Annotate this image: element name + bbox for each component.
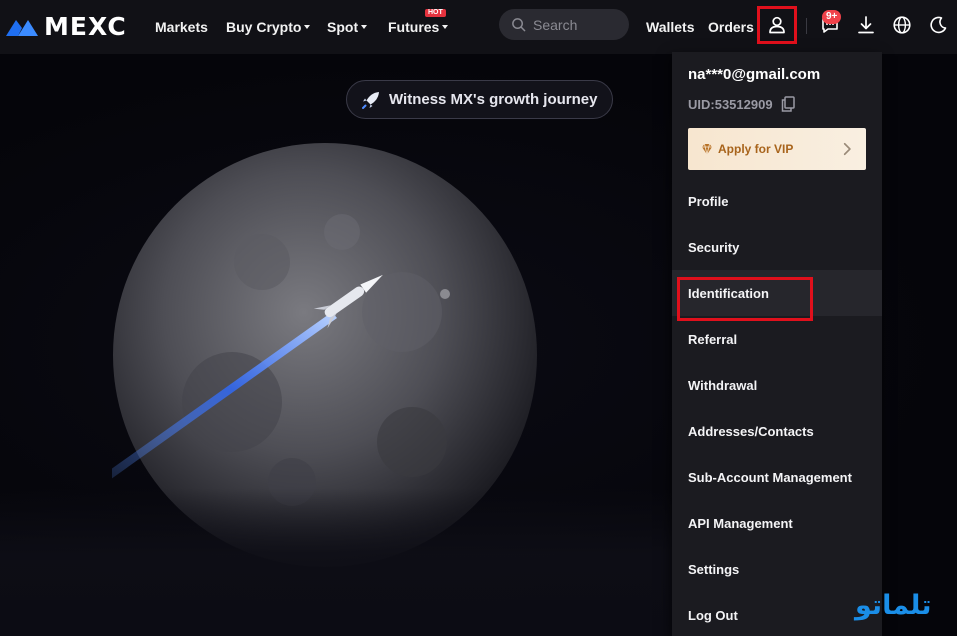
menu-item-label: Referral: [688, 331, 738, 347]
nav-spot[interactable]: Spot: [327, 19, 368, 35]
menu-item-identification[interactable]: Identification: [672, 270, 882, 316]
menu-item-addresses-contacts[interactable]: Addresses/Contacts: [672, 408, 882, 454]
menu-item-referral[interactable]: Referral: [672, 316, 882, 362]
nav-futures[interactable]: Futures: [388, 19, 449, 35]
account-dropdown-menu: na***0@gmail.com UID:53512909 Apply for …: [672, 52, 882, 636]
nav-markets-label: Markets: [155, 19, 208, 35]
menu-item-sub-account-management[interactable]: Sub-Account Management: [672, 454, 882, 500]
account-email: na***0@gmail.com: [688, 66, 821, 83]
watermark-logo: تلماتو: [855, 590, 932, 621]
apply-vip-button[interactable]: Apply for VIP: [688, 128, 866, 170]
mexc-logo-mark-icon: [6, 19, 38, 36]
uid-row: UID:53512909: [688, 96, 795, 112]
menu-item-label: Settings: [688, 561, 740, 577]
hot-badge: HOT: [425, 9, 446, 17]
page: MEXC Markets Buy Crypto Spot Futures HOT…: [0, 0, 957, 636]
top-nav: MEXC Markets Buy Crypto Spot Futures HOT…: [0, 0, 957, 54]
search-input[interactable]: [533, 16, 623, 33]
copy-icon[interactable]: [781, 96, 795, 112]
nav-spot-label: Spot: [327, 19, 359, 35]
hero-fog: [0, 488, 700, 636]
chevron-down-icon: [304, 24, 311, 29]
theme-toggle-button[interactable]: [927, 14, 949, 36]
nav-futures-label: Futures: [388, 19, 440, 35]
nav-divider: [806, 18, 807, 34]
nav-buy-crypto[interactable]: Buy Crypto: [226, 19, 311, 35]
menu-item-label: Security: [688, 239, 740, 255]
menu-item-label: Profile: [688, 193, 729, 209]
user-icon: [769, 16, 785, 34]
menu-item-log-out[interactable]: Log Out: [672, 592, 882, 636]
brand-name: MEXC: [44, 12, 127, 41]
globe-icon: [893, 16, 911, 34]
menu-item-security[interactable]: Security: [672, 224, 882, 270]
account-uid: UID:53512909: [688, 96, 773, 112]
menu-item-label: Withdrawal: [688, 377, 758, 393]
menu-item-withdrawal[interactable]: Withdrawal: [672, 362, 882, 408]
menu-item-settings[interactable]: Settings: [672, 546, 882, 592]
menu-item-label: Log Out: [688, 607, 738, 623]
menu-item-label: Addresses/Contacts: [688, 423, 814, 439]
download-button[interactable]: [855, 14, 877, 36]
chevron-down-icon: [442, 24, 449, 29]
nav-orders[interactable]: Orders: [708, 19, 754, 35]
rocket-icon: [362, 91, 379, 109]
search-box[interactable]: [499, 9, 629, 40]
user-account-button[interactable]: [757, 6, 797, 44]
chevron-right-icon: [843, 142, 851, 156]
search-icon: [512, 18, 526, 32]
nav-orders-label: Orders: [708, 19, 754, 35]
moon-icon: [930, 16, 947, 34]
download-icon: [858, 16, 874, 34]
language-button[interactable]: [891, 14, 913, 36]
menu-item-profile[interactable]: Profile: [672, 178, 882, 224]
growth-journey-banner[interactable]: Witness MX's growth journey: [346, 80, 613, 119]
menu-item-label: API Management: [688, 515, 793, 531]
menu-item-label: Sub-Account Management: [688, 469, 852, 485]
menu-item-label: Identification: [688, 285, 769, 301]
growth-journey-text: Witness MX's growth journey: [389, 91, 598, 108]
notification-count-badge: 9+: [822, 10, 842, 24]
nav-buy-crypto-label: Buy Crypto: [226, 19, 302, 35]
vip-diamond-icon: [702, 143, 712, 155]
nav-wallets[interactable]: Wallets: [646, 19, 695, 35]
mexc-logo[interactable]: MEXC: [4, 12, 127, 41]
chevron-down-icon: [361, 24, 368, 29]
nav-markets[interactable]: Markets: [155, 19, 208, 35]
menu-item-api-management[interactable]: API Management: [672, 500, 882, 546]
nav-wallets-label: Wallets: [646, 19, 695, 35]
apply-vip-label: Apply for VIP: [718, 142, 794, 156]
